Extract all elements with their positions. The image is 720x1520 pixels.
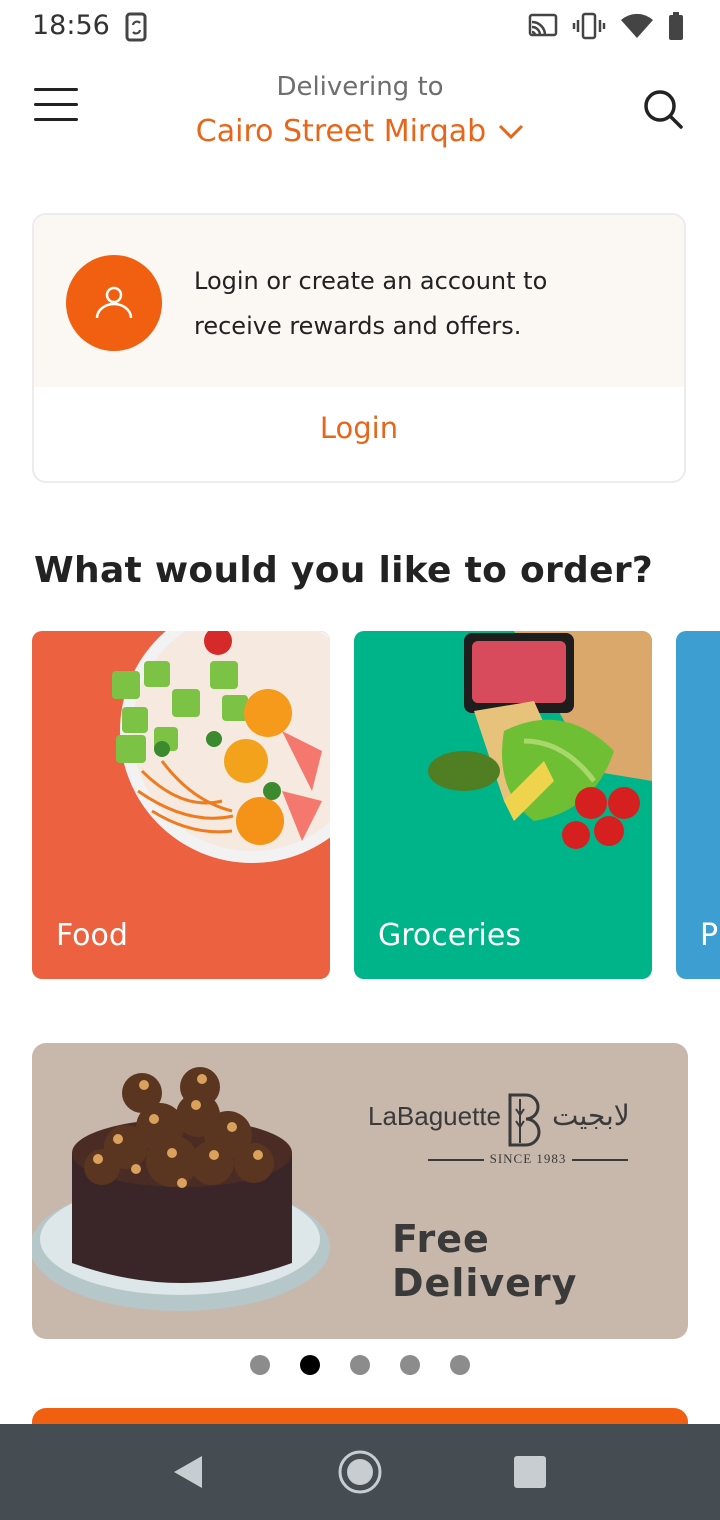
recents-icon[interactable] [514, 1456, 546, 1488]
promo-text: Free Delivery [392, 1217, 578, 1305]
category-label: Food [56, 918, 128, 953]
brand-arabic-name: لابجيت [552, 1099, 630, 1132]
battery-icon [669, 12, 683, 40]
back-icon[interactable] [172, 1454, 204, 1490]
location-row: Cairo Street Mirqab [0, 114, 720, 149]
home-icon[interactable] [336, 1448, 384, 1496]
avatar [66, 255, 162, 351]
promo-banner[interactable]: LaBaguette لابجيت SINCE 1983 Free Delive… [32, 1043, 688, 1339]
delivering-label: Delivering to [276, 72, 444, 102]
login-message: Login or create an account to receive re… [194, 267, 548, 340]
system-nav-bar [0, 1424, 720, 1520]
status-time: 18:56 [32, 10, 110, 41]
category-food[interactable]: Food [32, 631, 330, 979]
location-selector[interactable]: Cairo Street Mirqab [196, 114, 524, 149]
brand-logo-icon [508, 1093, 541, 1147]
user-icon [95, 286, 133, 319]
status-bar: 18:56 [0, 0, 720, 56]
login-card: Login or create an account to receive re… [32, 213, 686, 483]
sync-icon [125, 12, 147, 42]
carousel-indicator [0, 1355, 720, 1375]
carousel-dot[interactable] [400, 1355, 420, 1375]
wifi-icon [621, 13, 653, 38]
category-label: Groceries [378, 918, 521, 953]
section-title: What would you like to order? [34, 550, 654, 591]
brand-since: SINCE 1983 [489, 1151, 567, 1166]
vibrate-icon [572, 12, 606, 40]
carousel-dot[interactable] [250, 1355, 270, 1375]
location-name: Cairo Street Mirqab [195, 114, 487, 149]
category-groceries[interactable]: Groceries [354, 631, 652, 979]
category-label: P [700, 918, 719, 953]
login-button[interactable]: Login [34, 411, 684, 445]
brand-name: LaBaguette [368, 1101, 502, 1131]
carousel-dot[interactable] [350, 1355, 370, 1375]
cast-icon [528, 13, 558, 37]
cake-image [32, 1067, 330, 1311]
search-icon[interactable] [642, 88, 684, 130]
chevron-down-icon [499, 124, 524, 139]
carousel-dot-active[interactable] [300, 1355, 320, 1375]
category-third[interactable]: P [676, 631, 720, 979]
status-icons [528, 12, 684, 40]
login-prompt: Login or create an account to receive re… [34, 215, 684, 387]
carousel-dot[interactable] [450, 1355, 470, 1375]
